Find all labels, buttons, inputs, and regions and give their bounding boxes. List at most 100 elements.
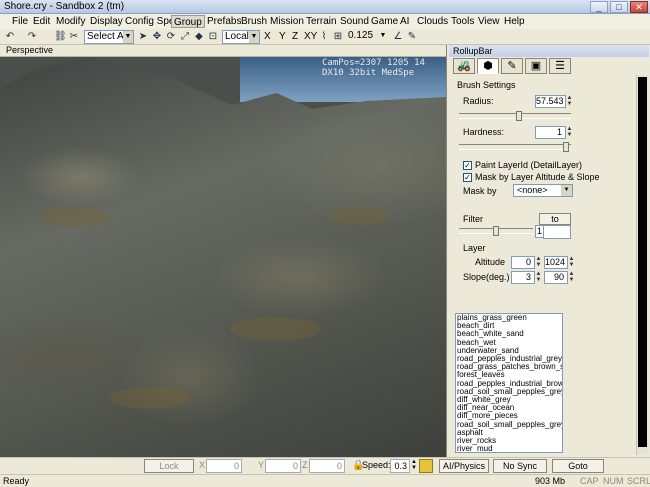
follow-terrain-icon[interactable] — [419, 459, 433, 473]
menu-terrain[interactable]: Terrain — [304, 15, 339, 28]
z-coord-field[interactable]: 0 — [309, 459, 345, 473]
slope-max-spinner[interactable]: ▲ ▼ — [568, 271, 575, 284]
terrain-rock-surface — [0, 57, 446, 457]
layer-list[interactable]: plains_grass_green beach_dirt beach_white_… — [455, 313, 563, 453]
hardness-input[interactable]: 1 — [535, 126, 566, 139]
altitude-max-spinner[interactable]: ▲ ▼ — [568, 256, 575, 269]
radius-slider-thumb[interactable] — [516, 111, 522, 121]
tab-objects[interactable]: 🚜 — [453, 58, 475, 74]
ruler-icon[interactable]: ✎ — [406, 31, 418, 43]
hardness-slider[interactable] — [459, 142, 571, 152]
menu-group[interactable]: Group — [171, 15, 205, 28]
rollup-scrollbar-thumb[interactable] — [638, 77, 647, 447]
scroll-indicator: SCRL — [627, 476, 650, 486]
grid-size-value: 0.125 — [348, 30, 374, 41]
z-coord-label: Z — [302, 460, 308, 470]
terrain-follow-icon[interactable]: ⌇ — [318, 31, 330, 43]
terrain-snap-icon[interactable]: ◆ — [193, 31, 205, 43]
slope-min-input[interactable]: 3 — [511, 271, 535, 284]
menu-clouds[interactable]: Clouds — [415, 15, 450, 28]
mask-altitude-checkbox[interactable]: ✓ — [463, 173, 472, 182]
hardness-slider-thumb[interactable] — [563, 142, 569, 152]
hardness-spinner[interactable]: ▲ ▼ — [566, 126, 573, 139]
scale-icon[interactable]: ⤢ — [179, 31, 191, 43]
chevron-down-icon: ▼ — [249, 31, 259, 43]
altitude-min-input[interactable]: 0 — [511, 256, 535, 269]
speed-spinner[interactable]: ▲ ▼ — [411, 459, 417, 471]
unlink-icon[interactable]: ✂ — [68, 31, 80, 43]
menu-view[interactable]: View — [476, 15, 502, 28]
no-sync-player-button[interactable]: No Sync Player — [493, 459, 547, 483]
perspective-viewport[interactable]: CamPos=2307 1205 14 DX10 32bit MedSpe — [0, 57, 446, 457]
filter-slider-thumb[interactable] — [493, 226, 499, 236]
menu-game[interactable]: Game — [369, 15, 400, 28]
menu-edit[interactable]: Edit — [31, 15, 52, 28]
menu-ai[interactable]: AI — [398, 15, 411, 28]
move-icon[interactable]: ✥ — [151, 31, 163, 43]
status-text: Ready — [3, 476, 30, 486]
menu-prefabs[interactable]: Prefabs — [205, 15, 243, 28]
selection-mode-select[interactable]: Select All ▼ — [84, 30, 134, 44]
rollup-scrollbar[interactable] — [636, 75, 648, 455]
snap-to-grid-icon[interactable]: ⊞ — [332, 31, 344, 43]
menu-file[interactable]: File — [10, 15, 30, 28]
align-icon[interactable]: ⊡ — [207, 31, 219, 43]
filter-color-box[interactable] — [543, 225, 571, 239]
y-coord-field[interactable]: 0 — [265, 459, 301, 473]
slope-max-input[interactable]: 90 — [544, 271, 568, 284]
radius-input[interactable]: 57.543 — [535, 95, 566, 108]
mask-by-select[interactable]: <none> ▼ — [513, 184, 573, 197]
select-arrow-icon[interactable]: ➤ — [137, 31, 149, 43]
viewport-label[interactable]: Perspective — [6, 45, 53, 55]
menu-mission[interactable]: Mission — [268, 15, 306, 28]
rotate-icon[interactable]: ⟳ — [165, 31, 177, 43]
grid-size-select[interactable]: 0.125 ▼ — [346, 30, 388, 44]
to-layer-button[interactable]: to Layer — [539, 213, 571, 234]
menu-modify[interactable]: Modify — [54, 15, 87, 28]
menu-display[interactable]: Display — [88, 15, 125, 28]
coord-system-select[interactable]: Local ▼ — [222, 30, 260, 44]
angle-snap-icon[interactable]: ∠ — [392, 31, 404, 43]
tab-terrain[interactable]: ⬢ — [477, 58, 499, 74]
radius-spinner[interactable]: ▲ ▼ — [566, 95, 573, 108]
radius-slider[interactable] — [459, 111, 571, 121]
redo-icon[interactable]: ↷ — [26, 31, 38, 43]
menu-help[interactable]: Help — [502, 15, 527, 28]
terrain-moss — [110, 387, 190, 409]
filter-label: Filter — [463, 214, 483, 224]
speed-field[interactable]: 0.3 — [390, 459, 410, 473]
axis-x-button[interactable]: X — [264, 31, 271, 42]
altitude-min-spinner[interactable]: ▲ ▼ — [535, 256, 542, 269]
close-button[interactable]: ✕ — [630, 1, 648, 13]
mask-altitude-label: Mask by Layer Altitude & Slope — [475, 172, 600, 182]
tab-modify[interactable]: ✎ — [501, 58, 523, 74]
memory-usage: 903 Mb — [535, 476, 566, 486]
hardness-label: Hardness: — [463, 127, 505, 137]
minimize-button[interactable]: _ — [590, 1, 608, 13]
x-coord-field[interactable]: 0 — [206, 459, 242, 473]
lock-selection-button[interactable]: Lock Selection — [144, 459, 194, 483]
axis-xy-button[interactable]: XY — [304, 31, 317, 42]
menu-brush[interactable]: Brush — [239, 15, 269, 28]
axis-y-button[interactable]: Y — [279, 31, 286, 42]
undo-icon[interactable]: ↶ — [4, 31, 16, 43]
link-icon[interactable]: ⛓ — [54, 31, 67, 43]
x-coord-label: X — [199, 460, 206, 470]
slope-min-spinner[interactable]: ▲ ▼ — [535, 271, 542, 284]
altitude-max-input[interactable]: 1024 — [544, 256, 568, 269]
y-coord-label: Y — [258, 460, 265, 470]
brush-settings-heading: Brush Settings — [457, 80, 516, 90]
goto-position-button[interactable]: Goto position — [552, 459, 604, 483]
bottom-toolbar: Lock Selection X 0 Y 0 Z 0 🔒 Speed: 0.3 … — [0, 457, 650, 483]
maximize-button[interactable]: □ — [610, 1, 628, 13]
camera-position-text: CamPos=2307 1205 14 — [322, 58, 425, 68]
tab-layers[interactable]: ☰ — [549, 58, 571, 74]
axis-z-button[interactable]: Z — [292, 31, 298, 42]
menu-sound[interactable]: Sound — [338, 15, 371, 28]
paint-layer-checkbox[interactable]: ✓ — [463, 161, 472, 170]
menu-tools[interactable]: Tools — [449, 15, 476, 28]
tab-display[interactable]: ▣ — [525, 58, 547, 74]
chevron-down-icon: ▼ — [561, 185, 572, 196]
ai-physics-button[interactable]: AI/Physics — [439, 459, 489, 473]
filter-slider[interactable] — [459, 226, 533, 236]
